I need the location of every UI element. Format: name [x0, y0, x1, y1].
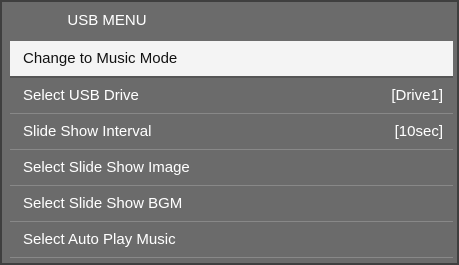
usb-menu-panel: USB MENU Change to Music Mode Select USB… [0, 0, 459, 265]
menu-item-select-usb-drive[interactable]: Select USB Drive [Drive1] [10, 78, 453, 114]
menu-item-label: Slide Show Interval [23, 123, 152, 140]
menu-item-label: Select Slide Show Image [23, 159, 190, 176]
menu-list: Change to Music Mode Select USB Drive [D… [10, 41, 453, 258]
menu-item-slide-show-interval[interactable]: Slide Show Interval [10sec] [10, 114, 453, 150]
menu-title: USB MENU [67, 12, 147, 29]
menu-item-label: Select Auto Play Music [23, 231, 176, 248]
menu-item-label: Change to Music Mode [23, 50, 178, 67]
menu-item-select-auto-play-music[interactable]: Select Auto Play Music [10, 222, 453, 258]
menu-item-label: Select USB Drive [23, 87, 139, 104]
menu-item-value: [10sec] [394, 123, 443, 140]
menu-item-select-slide-show-bgm[interactable]: Select Slide Show BGM [10, 186, 453, 222]
menu-item-select-slide-show-image[interactable]: Select Slide Show Image [10, 150, 453, 186]
menu-item-label: Select Slide Show BGM [23, 195, 183, 212]
menu-item-value: [Drive1] [391, 87, 443, 104]
menu-item-change-to-music-mode[interactable]: Change to Music Mode [10, 41, 453, 78]
